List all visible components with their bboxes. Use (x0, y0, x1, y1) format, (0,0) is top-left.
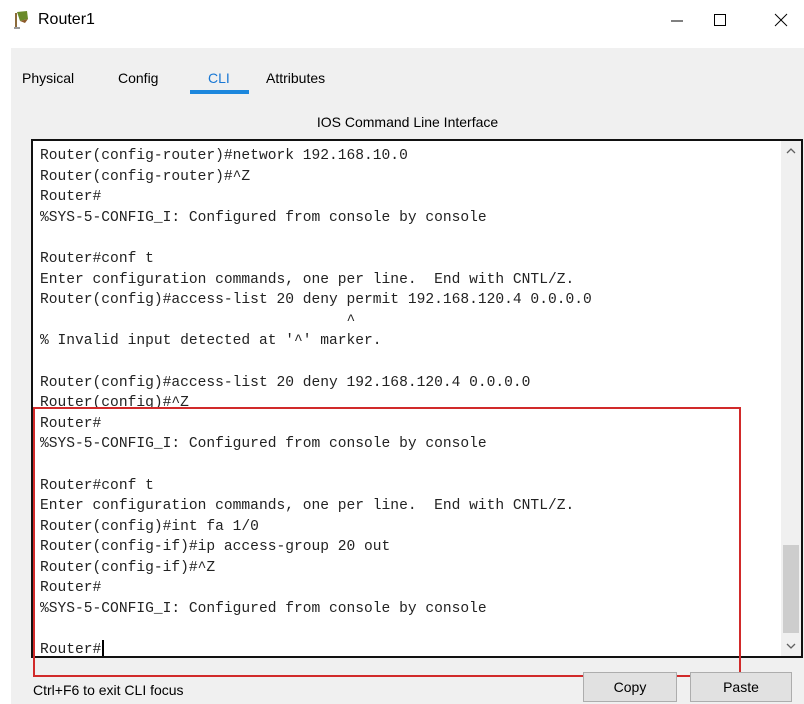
vertical-scrollbar[interactable] (781, 141, 801, 656)
maximize-button[interactable] (697, 0, 743, 40)
cli-line: Router(config-router)#network 192.168.10… (40, 148, 408, 164)
chevron-down-icon (786, 643, 796, 649)
cli-line (40, 455, 592, 476)
paste-button[interactable]: Paste (690, 672, 792, 702)
cli-line: Router(config)#int fa 1/0 (40, 518, 259, 535)
cli-line: Router(config)#access-list 20 deny permi… (40, 292, 592, 309)
cli-line: Router# (40, 640, 592, 656)
cli-line: Router#conf t (40, 477, 154, 494)
cli-output: Router(config-router)#network 192.168.10… (40, 146, 592, 656)
cli-line: %SYS-5-CONFIG_I: Configured from console… (40, 601, 487, 618)
cli-line: %SYS-5-CONFIG_I: Configured from console… (40, 436, 487, 453)
text-cursor (102, 640, 104, 656)
cli-line (40, 228, 592, 249)
minimize-button[interactable] (654, 0, 700, 40)
cli-line: Enter configuration commands, one per li… (40, 498, 575, 515)
cli-line: ^ (40, 312, 356, 329)
cli-line: Router#conf t (40, 250, 154, 267)
scroll-thumb[interactable] (783, 545, 799, 633)
tab-config[interactable]: Config (118, 68, 158, 88)
scroll-up-button[interactable] (781, 141, 801, 161)
cli-line: Router(config-if)#ip access-group 20 out (40, 539, 391, 556)
cli-line (40, 352, 592, 373)
cli-line: Router# (40, 580, 102, 597)
cli-line: %SYS-5-CONFIG_I: Configured from console… (40, 209, 487, 226)
cli-line (40, 620, 592, 641)
cli-line: Router(config-if)#^Z (40, 559, 216, 576)
cli-line: Router(config)#access-list 20 deny 192.1… (40, 374, 531, 391)
title-bar: Router1 (0, 0, 804, 40)
tab-attributes[interactable]: Attributes (266, 68, 325, 88)
cli-focus-hint: Ctrl+F6 to exit CLI focus (33, 682, 184, 698)
cli-line: Router(config-router)#^Z (40, 168, 251, 185)
maximize-icon (714, 14, 726, 26)
scroll-down-button[interactable] (781, 636, 801, 656)
cli-line: Router(config)#^Z (40, 395, 189, 412)
cli-line: % Invalid input detected at '^' marker. (40, 333, 382, 350)
close-button[interactable] (758, 0, 804, 40)
cli-line: Router# (40, 189, 102, 206)
main-panel: Physical Config CLI Attributes IOS Comma… (11, 48, 804, 704)
cli-line: Router# (40, 415, 102, 432)
cli-line: Enter configuration commands, one per li… (40, 271, 575, 288)
chevron-up-icon (786, 148, 796, 154)
window-title: Router1 (38, 11, 95, 28)
minimize-icon (671, 20, 683, 22)
active-tab-indicator (190, 90, 249, 94)
copy-button[interactable]: Copy (583, 672, 677, 702)
tab-cli[interactable]: CLI (208, 68, 230, 88)
tab-physical[interactable]: Physical (22, 68, 74, 88)
close-icon (774, 13, 788, 27)
cli-terminal[interactable]: Router(config-router)#network 192.168.10… (31, 139, 803, 658)
router-icon (11, 10, 33, 30)
cli-header: IOS Command Line Interface (316, 114, 499, 130)
